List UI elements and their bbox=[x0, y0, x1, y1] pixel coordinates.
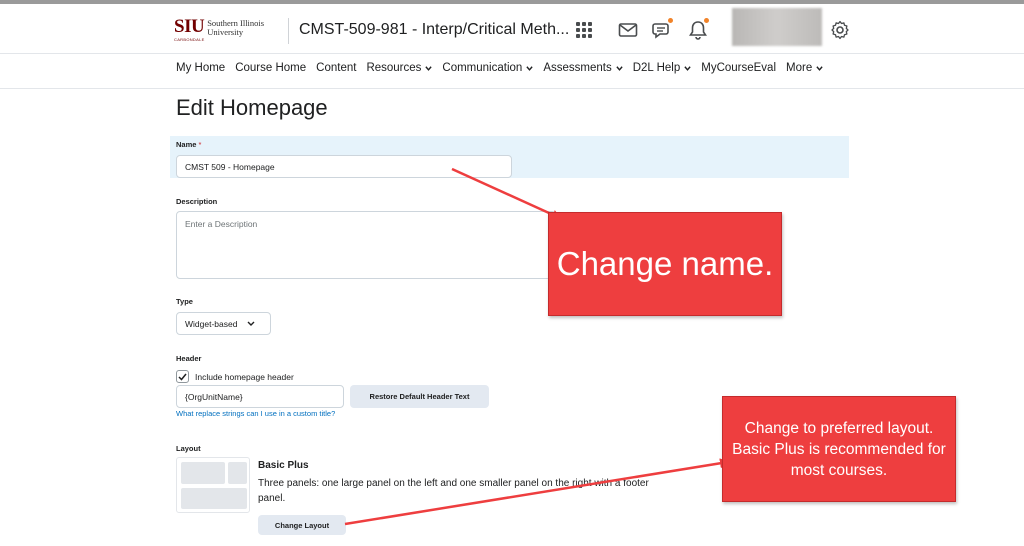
nav-item-label: Course Home bbox=[235, 62, 307, 74]
nav-item-resources[interactable]: Resources bbox=[366, 62, 433, 74]
callout-change-name: Change name. bbox=[548, 212, 782, 316]
nav-item-mycourseeval[interactable]: MyCourseEval bbox=[701, 62, 776, 74]
bell-icon[interactable] bbox=[686, 18, 710, 42]
layout-thumbnail bbox=[176, 457, 250, 513]
nav-item-label: Communication bbox=[442, 62, 523, 74]
checkmark-icon bbox=[178, 373, 187, 381]
user-avatar[interactable] bbox=[732, 8, 822, 46]
type-label: Type bbox=[176, 297, 193, 306]
nav-item-label: D2L Help bbox=[632, 62, 681, 74]
type-select-value: Widget-based bbox=[185, 318, 238, 329]
course-navbar: My Home Course Home Content Resources Commun… bbox=[176, 62, 833, 74]
mail-icon[interactable] bbox=[616, 18, 640, 42]
change-layout-button[interactable]: Change Layout bbox=[258, 515, 346, 535]
name-input[interactable]: CMST 509 - Homepage bbox=[176, 155, 512, 178]
callout-change-layout: Change to preferred layout. Basic Plus i… bbox=[722, 396, 956, 502]
replace-strings-link[interactable]: What replace strings can I use in a cust… bbox=[176, 409, 335, 418]
layout-panel-large bbox=[181, 462, 225, 484]
course-title[interactable]: CMST-509-981 - Interp/Critical Meth... bbox=[299, 21, 569, 39]
nav-item-communication[interactable]: Communication bbox=[442, 62, 533, 74]
nav-item-label: Resources bbox=[366, 62, 422, 74]
nav-item-label: Content bbox=[316, 62, 357, 74]
nav-item-assessments[interactable]: Assessments bbox=[543, 62, 623, 74]
layout-panel-footer bbox=[181, 488, 247, 509]
description-label: Description bbox=[176, 197, 218, 206]
header-divider bbox=[288, 18, 289, 44]
logo-subtitle: CARBONDALE bbox=[174, 37, 205, 42]
layout-panel-small bbox=[228, 462, 247, 484]
name-label: Name * bbox=[176, 140, 201, 149]
chat-icon[interactable] bbox=[650, 18, 674, 42]
chevron-down-icon bbox=[684, 65, 691, 71]
include-header-label: Include homepage header bbox=[195, 372, 294, 382]
nav-item-label: More bbox=[786, 62, 813, 74]
nav-item-more[interactable]: More bbox=[786, 62, 823, 74]
layout-name: Basic Plus bbox=[258, 460, 309, 471]
description-textarea[interactable]: Enter a Description bbox=[176, 211, 556, 279]
gear-icon[interactable] bbox=[828, 18, 852, 42]
header-text-input[interactable]: {OrgUnitName} bbox=[176, 385, 344, 408]
university-logo[interactable]: SIU Southern Illinois University CARBOND… bbox=[174, 16, 264, 42]
nav-item-d2l-help[interactable]: D2L Help bbox=[633, 62, 692, 74]
restore-default-header-button[interactable]: Restore Default Header Text bbox=[350, 385, 489, 408]
include-header-checkbox[interactable] bbox=[176, 370, 189, 383]
layout-description: Three panels: one large panel on the lef… bbox=[258, 478, 649, 504]
notification-dot bbox=[704, 18, 709, 23]
name-label-text: Name bbox=[176, 140, 197, 149]
chevron-down-icon bbox=[526, 65, 533, 71]
header-label: Header bbox=[176, 354, 202, 363]
chevron-down-icon bbox=[425, 65, 433, 71]
page-title: Edit Homepage bbox=[176, 95, 328, 120]
chevron-down-icon bbox=[816, 65, 823, 71]
nav-item-label: MyCourseEval bbox=[701, 62, 777, 74]
required-marker: * bbox=[198, 140, 202, 149]
nav-item-my-home[interactable]: My Home bbox=[176, 62, 225, 74]
nav-divider bbox=[0, 88, 1024, 89]
nav-item-label: My Home bbox=[176, 62, 226, 74]
nav-item-label: Assessments bbox=[543, 62, 612, 74]
notification-dot bbox=[668, 18, 673, 23]
type-select[interactable]: Widget-based bbox=[176, 312, 271, 335]
grid-icon[interactable] bbox=[572, 18, 596, 42]
layout-label: Layout bbox=[176, 444, 201, 453]
logo-name: Southern Illinois University bbox=[207, 19, 264, 36]
nav-item-course-home[interactable]: Course Home bbox=[235, 62, 306, 74]
navbar-header: SIU Southern Illinois University CARBOND… bbox=[0, 4, 1024, 54]
nav-item-content[interactable]: Content bbox=[316, 62, 356, 74]
logo-name-line2: University bbox=[207, 26, 244, 37]
chevron-down-icon bbox=[616, 65, 623, 71]
chevron-down-icon bbox=[247, 321, 255, 326]
logo-siu-text: SIU bbox=[174, 16, 205, 37]
